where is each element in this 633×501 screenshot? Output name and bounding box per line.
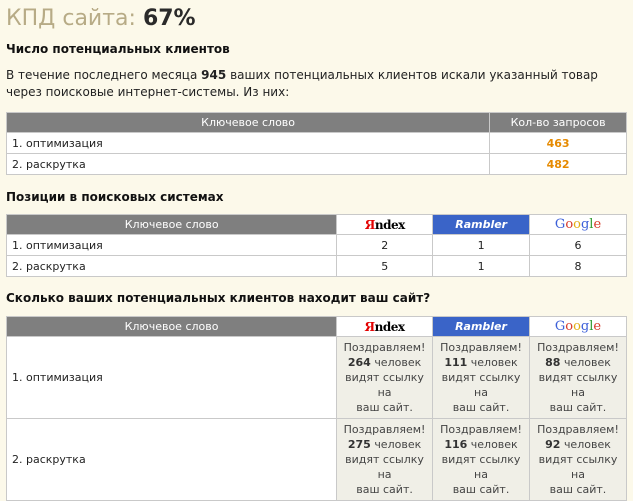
keyword-cell: 1. оптимизация <box>5 132 491 154</box>
table-row: 1. оптимизация Поздравляем! 264 человек … <box>5 336 627 419</box>
table-row: 2. раскрутка 482 <box>5 153 627 175</box>
table-row: 1. оптимизация 463 <box>5 132 627 154</box>
google-position: 6 <box>529 234 627 256</box>
clients-find-table: Ключевое слово Яndex Rambler Google 1. о… <box>5 316 627 501</box>
rambler-position: 1 <box>432 255 531 277</box>
rambler-logo-text: Rambler <box>455 218 508 231</box>
yandex-position: 5 <box>336 255 434 277</box>
title-label: КПД сайта: <box>6 6 136 31</box>
requests-cell: 463 <box>489 132 627 154</box>
google-congrats-cell: Поздравляем! 88 человек видят ссылку на … <box>529 336 627 419</box>
yandex-logo: Яndex <box>336 316 434 337</box>
rambler-logo: Rambler <box>432 214 531 235</box>
section-heading-positions: Позиции в поисковых системах <box>6 190 224 204</box>
google-logo: Google <box>529 214 627 235</box>
col-header-keyword: Ключевое слово <box>5 112 491 133</box>
yandex-position: 2 <box>336 234 434 256</box>
google-logo: Google <box>529 316 627 337</box>
yandex-congrats-cell: Поздравляем! 275 человек видят ссылку на… <box>336 418 434 501</box>
section-paragraph: В течение последнего месяца 945 ваших по… <box>6 67 621 101</box>
google-congrats-cell: Поздравляем! 92 человек видят ссылку на … <box>529 418 627 501</box>
col-header-keyword: Ключевое слово <box>5 214 338 235</box>
rambler-logo: Rambler <box>432 316 530 337</box>
requests-cell: 482 <box>489 153 627 175</box>
page-title: КПД сайта: 67% <box>6 4 627 34</box>
table-header-row: Ключевое слово Кол-во запросов <box>5 112 627 133</box>
para-before: В течение последнего месяца <box>6 68 198 82</box>
table-row: 2. раскрутка Поздравляем! 275 человек ви… <box>5 418 627 501</box>
yandex-congrats-cell: Поздравляем! 264 человек видят ссылку на… <box>336 336 434 419</box>
table-header-row: Ключевое слово Яndex Rambler Google <box>5 214 627 235</box>
title-value: 67% <box>142 6 196 31</box>
yandex-logo-rest: ndex <box>374 217 405 232</box>
keyword-cell: 2. раскрутка <box>5 153 491 175</box>
keyword-cell: 2. раскрутка <box>5 418 338 501</box>
google-position: 8 <box>529 255 627 277</box>
table-row: 1. оптимизация 2 1 6 <box>5 234 627 256</box>
keyword-cell: 1. оптимизация <box>5 234 338 256</box>
section-heading-clients-find: Сколько ваших потенциальных клиентов нах… <box>6 291 431 305</box>
para-count: 945 <box>201 68 227 82</box>
section-heading-potential-clients: Число потенциальных клиентов <box>6 42 230 56</box>
page: КПД сайта: 67% Число потенциальных клиен… <box>5 0 627 501</box>
positions-table: Ключевое слово Яndex Rambler Google 1. о… <box>5 214 627 277</box>
rambler-congrats-cell: Поздравляем! 111 человек видят ссылку на… <box>432 336 530 419</box>
table-header-row: Ключевое слово Яndex Rambler Google <box>5 316 627 337</box>
col-header-keyword: Ключевое слово <box>5 316 338 337</box>
rambler-count: 111 <box>444 356 468 369</box>
yandex-logo: Яndex <box>336 214 434 235</box>
rambler-position: 1 <box>432 234 531 256</box>
table-row: 2. раскрутка 5 1 8 <box>5 255 627 277</box>
rambler-count: 116 <box>444 438 468 451</box>
yandex-count: 264 <box>347 356 371 369</box>
keyword-cell: 1. оптимизация <box>5 336 338 419</box>
rambler-congrats-cell: Поздравляем! 116 человек видят ссылку на… <box>432 418 530 501</box>
requests-table: Ключевое слово Кол-во запросов 1. оптими… <box>5 112 627 175</box>
google-count: 88 <box>545 356 561 369</box>
keyword-cell: 2. раскрутка <box>5 255 338 277</box>
yandex-logo-first: Я <box>364 217 376 232</box>
col-header-requests: Кол-во запросов <box>489 112 627 133</box>
google-count: 92 <box>545 438 561 451</box>
yandex-count: 275 <box>347 438 371 451</box>
